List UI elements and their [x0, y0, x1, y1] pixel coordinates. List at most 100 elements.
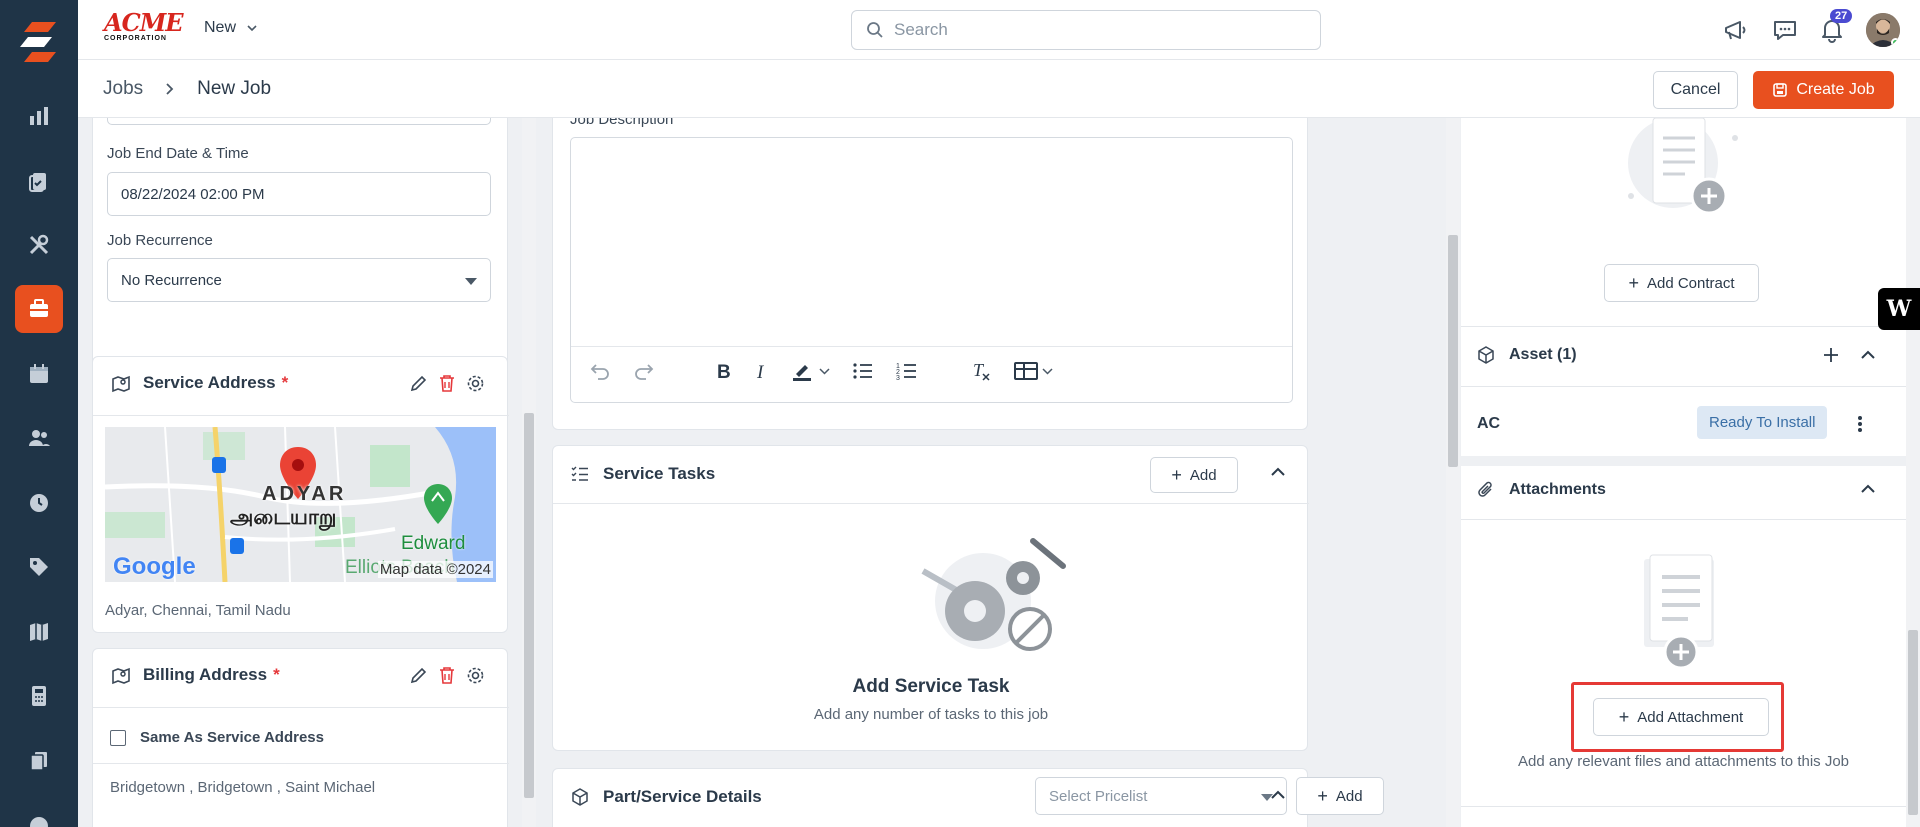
undo-icon[interactable]	[589, 361, 611, 381]
notifications-bell-icon[interactable]: 27	[1818, 9, 1853, 44]
service-address-text: Adyar, Chennai, Tamil Nadu	[105, 602, 291, 619]
box-icon	[572, 788, 588, 806]
announcements-icon[interactable]	[1722, 16, 1750, 44]
bullet-list-icon[interactable]	[852, 361, 874, 381]
start-date-field-partial[interactable]	[107, 118, 491, 125]
breadcrumb: Jobs New Job	[103, 78, 271, 100]
job-description-card: Job Description B I 123 T	[552, 118, 1308, 430]
app-logo-icon[interactable]	[18, 20, 60, 64]
add-service-task-button[interactable]: + Add	[1150, 457, 1238, 493]
map-place-icon	[424, 484, 452, 524]
nav-tools-icon[interactable]	[15, 221, 63, 269]
add-contract-button[interactable]: + Add Contract	[1604, 264, 1759, 302]
brand-name: ACME	[104, 8, 184, 37]
required-mark: *	[281, 373, 289, 392]
pricelist-select[interactable]: Select Pricelist	[1035, 777, 1287, 815]
svg-text:3: 3	[896, 375, 900, 381]
new-menu-button[interactable]: New	[204, 19, 258, 37]
clear-format-icon[interactable]: T	[970, 360, 992, 382]
bold-icon[interactable]: B	[715, 361, 733, 381]
service-address-map[interactable]: ADYAR அடையாறு Edward Elliots Beach Googl…	[105, 427, 496, 582]
right-panel-scrollbar[interactable]	[1906, 118, 1920, 827]
billing-address-card: Billing Address * Same As Service Addres…	[92, 648, 509, 827]
recurrence-label: Job Recurrence	[107, 232, 213, 249]
chevron-down-icon	[1042, 367, 1053, 375]
end-date-field[interactable]: 08/22/2024 02:00 PM	[107, 172, 491, 216]
collapse-chevron-up-icon[interactable]	[1861, 484, 1875, 493]
nav-calendar-icon[interactable]	[15, 350, 63, 398]
breadcrumb-jobs-link[interactable]: Jobs	[103, 78, 143, 100]
nav-clipboard-icon[interactable]	[15, 157, 63, 205]
left-nav	[0, 0, 78, 827]
brand-logo[interactable]: ACME CORPORATION	[104, 8, 184, 46]
right-scroll-thumb[interactable]	[1908, 630, 1918, 815]
left-scroll-thumb[interactable]	[524, 413, 534, 798]
chat-icon[interactable]	[1771, 16, 1799, 44]
nav-tag-icon[interactable]	[15, 543, 63, 591]
cancel-button[interactable]: Cancel	[1653, 71, 1738, 109]
numbered-list-icon[interactable]: 123	[896, 361, 918, 381]
job-description-editor[interactable]: B I 123 T	[570, 137, 1293, 403]
create-job-button[interactable]: Create Job	[1753, 71, 1894, 109]
nav-map-icon[interactable]	[15, 608, 63, 656]
add-attachment-button[interactable]: + Add Attachment	[1593, 698, 1769, 736]
online-status-dot	[1891, 38, 1900, 47]
collapse-chevron-up-icon[interactable]	[1271, 790, 1285, 799]
search-box[interactable]	[851, 10, 1321, 50]
nav-users-icon[interactable]	[15, 414, 63, 462]
billing-address-text: Bridgetown , Bridgetown , Saint Michael	[110, 779, 376, 796]
delete-trash-icon[interactable]	[438, 666, 456, 685]
nav-dashboard-icon[interactable]	[15, 92, 63, 140]
caret-down-icon	[465, 278, 477, 285]
new-menu-label: New	[204, 19, 237, 36]
middle-scroll-thumb[interactable]	[1448, 235, 1458, 467]
svg-text:B: B	[717, 362, 731, 381]
map-label-adyar-tamil: அடையாறு	[230, 505, 337, 529]
side-widget-badge[interactable]: W	[1878, 288, 1920, 330]
nav-clock-icon[interactable]	[15, 479, 63, 527]
insert-table-menu[interactable]	[1014, 361, 1053, 381]
italic-icon[interactable]: I	[755, 361, 769, 381]
same-as-service-row: Same As Service Address	[110, 729, 324, 746]
chevron-right-icon	[166, 83, 174, 95]
same-as-service-label: Same As Service Address	[140, 729, 324, 746]
nav-piechart-icon[interactable]	[15, 800, 63, 827]
map-data-credit: Map data ©2024	[377, 561, 493, 578]
nav-jobs-icon[interactable]	[15, 285, 63, 333]
contract-empty-illustration	[1628, 118, 1738, 215]
brand-sub: CORPORATION	[104, 35, 167, 42]
map-label-edward: Edward	[401, 533, 466, 554]
service-address-title: Service Address	[143, 373, 276, 392]
delete-trash-icon[interactable]	[438, 374, 456, 393]
add-service-task-label: Add	[1189, 466, 1217, 484]
edit-pencil-icon[interactable]	[409, 375, 427, 393]
attachment-empty-illustration	[1644, 554, 1714, 670]
collapse-chevron-up-icon[interactable]	[1271, 467, 1285, 476]
search-input[interactable]	[894, 20, 1294, 40]
middle-column-scrollbar[interactable]	[1446, 118, 1460, 827]
settings-gear-icon[interactable]	[466, 666, 485, 685]
end-date-label: Job End Date & Time	[107, 145, 249, 162]
more-vertical-icon[interactable]	[1857, 415, 1863, 433]
editor-toolbar: B I 123 T	[589, 360, 1053, 382]
plus-icon: +	[1628, 272, 1639, 293]
highlight-color-menu[interactable]	[791, 360, 830, 382]
service-address-header: Service Address *	[111, 373, 288, 393]
left-column-scrollbar[interactable]	[522, 118, 536, 827]
part-service-header: Part/Service Details	[571, 787, 762, 807]
settings-gear-icon[interactable]	[466, 374, 485, 393]
nav-calculator-icon[interactable]	[15, 672, 63, 720]
recurrence-select[interactable]: No Recurrence	[107, 258, 491, 302]
same-as-service-checkbox[interactable]	[110, 729, 126, 746]
asset-name[interactable]: AC	[1477, 415, 1500, 433]
edit-pencil-icon[interactable]	[409, 667, 427, 685]
plus-icon: +	[1171, 464, 1182, 485]
user-avatar[interactable]	[1866, 13, 1900, 47]
collapse-chevron-up-icon[interactable]	[1861, 350, 1875, 359]
add-asset-plus-icon[interactable]	[1823, 347, 1839, 363]
service-task-empty-subtitle: Add any number of tasks to this job	[813, 706, 1049, 723]
nav-documents-icon[interactable]	[15, 737, 63, 785]
part-service-card: Part/Service Details Select Pricelist	[552, 768, 1308, 827]
add-part-button[interactable]: + Add	[1296, 777, 1384, 815]
redo-icon[interactable]	[633, 361, 655, 381]
